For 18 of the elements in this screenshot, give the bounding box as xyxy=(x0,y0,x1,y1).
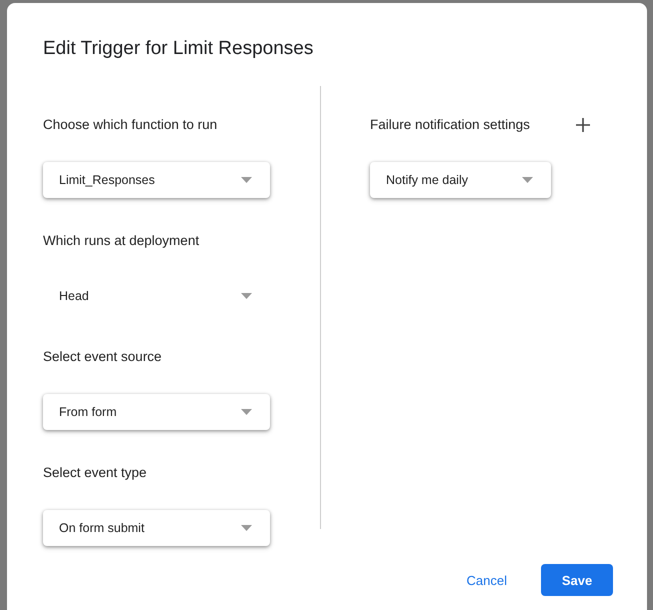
cancel-button[interactable]: Cancel xyxy=(466,572,507,588)
field-label: Select event source xyxy=(43,348,163,366)
caret-icon xyxy=(241,409,252,415)
add-icon[interactable] xyxy=(576,118,590,132)
caret-icon xyxy=(522,177,533,183)
dropdown[interactable]: Notify me daily xyxy=(370,162,551,198)
field-label: Choose which function to run xyxy=(43,116,218,134)
dropdown[interactable]: On form submit xyxy=(43,510,270,546)
dropdown[interactable]: From form xyxy=(43,394,270,430)
caret-icon xyxy=(241,177,252,183)
save-button[interactable]: Save xyxy=(541,564,613,596)
caret-icon xyxy=(241,525,252,531)
field-label: Select event type xyxy=(43,464,148,482)
dialog-title: Edit Trigger for Limit Responses xyxy=(43,37,314,61)
field-label: Failure notification settings xyxy=(370,116,531,134)
caret-icon xyxy=(241,293,252,299)
dropdown[interactable]: Limit_Responses xyxy=(43,162,270,198)
field-label: Which runs at deployment xyxy=(43,232,200,250)
